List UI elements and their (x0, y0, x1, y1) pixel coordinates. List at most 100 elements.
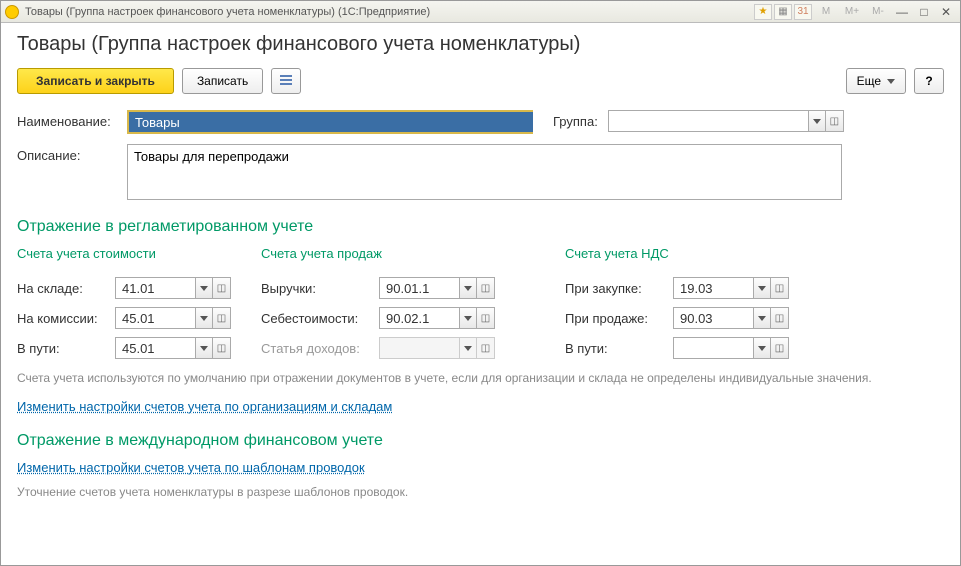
dropdown-button[interactable] (459, 277, 477, 299)
open-button[interactable]: ◫ (477, 307, 495, 329)
open-button[interactable]: ◫ (771, 277, 789, 299)
open-icon: ◫ (217, 313, 226, 324)
on-commission-field: 45.01 ◫ (115, 307, 231, 329)
toolbar: Записать и закрыть Записать Еще ? (17, 68, 944, 94)
dropdown-button[interactable] (753, 277, 771, 299)
save-button[interactable]: Записать (182, 68, 263, 94)
list-button[interactable] (271, 68, 301, 94)
chevron-down-icon (464, 286, 472, 291)
name-field-wrap (127, 110, 533, 134)
vat-purchase-value[interactable]: 19.03 (673, 277, 753, 299)
edit-org-warehouse-link[interactable]: Изменить настройки счетов учета по орган… (17, 399, 392, 414)
income-item-label: Статья доходов: (261, 341, 371, 356)
titlebar-actions: ★ ▦ 31 M M+ M- — □ ✕ (754, 4, 956, 20)
open-button[interactable]: ◫ (477, 277, 495, 299)
open-icon: ◫ (775, 343, 784, 354)
more-button[interactable]: Еще (846, 68, 906, 94)
calendar-icon[interactable]: 31 (794, 4, 812, 20)
minimize-button[interactable]: — (892, 4, 912, 20)
chevron-down-icon (200, 316, 208, 321)
vat-accounts-column: Счета учета НДС При закупке: 19.03 ◫ При… (565, 246, 789, 359)
titlebar: Товары (Группа настроек финансового учет… (1, 1, 960, 23)
open-icon: ◫ (481, 343, 490, 354)
ifrs-section-title: Отражение в международном финансовом уче… (17, 432, 944, 450)
in-stock-label: На складе: (17, 281, 107, 296)
name-input[interactable] (129, 112, 533, 132)
vat-in-transit-field: ◫ (673, 337, 789, 359)
content-area: Товары (Группа настроек финансового учет… (1, 23, 960, 515)
accounts-columns: Счета учета стоимости На складе: 41.01 ◫… (17, 246, 944, 359)
chevron-down-icon (464, 316, 472, 321)
vat-purchase-field: 19.03 ◫ (673, 277, 789, 299)
close-button[interactable]: ✕ (936, 4, 956, 20)
vat-sale-field: 90.03 ◫ (673, 307, 789, 329)
dropdown-button[interactable] (459, 307, 477, 329)
dropdown-button[interactable] (753, 307, 771, 329)
save-and-close-button[interactable]: Записать и закрыть (17, 68, 174, 94)
vat-sale-value[interactable]: 90.03 (673, 307, 753, 329)
group-value[interactable] (608, 110, 808, 132)
cost-accounts-column: Счета учета стоимости На складе: 41.01 ◫… (17, 246, 231, 359)
vat-in-transit-label: В пути: (565, 341, 665, 356)
page-title: Товары (Группа настроек финансового учет… (17, 33, 944, 56)
memory-mminus: M- (866, 4, 890, 20)
calculator-icon[interactable]: ▦ (774, 4, 792, 20)
cost-value[interactable]: 90.02.1 (379, 307, 459, 329)
income-item-field: ◫ (379, 337, 495, 359)
more-label: Еще (857, 74, 881, 88)
cost-field: 90.02.1 ◫ (379, 307, 495, 329)
group-label: Группа: (553, 110, 598, 129)
description-input[interactable] (127, 144, 842, 200)
in-stock-value[interactable]: 41.01 (115, 277, 195, 299)
regulated-section-title: Отражение в регламетированном учете (17, 218, 944, 236)
in-transit-cost-label: В пути: (17, 341, 107, 356)
group-open-button[interactable]: ◫ (826, 110, 844, 132)
open-icon: ◫ (830, 116, 839, 127)
open-button[interactable]: ◫ (213, 337, 231, 359)
open-button: ◫ (477, 337, 495, 359)
open-icon: ◫ (481, 313, 490, 324)
income-item-value (379, 337, 459, 359)
on-commission-value[interactable]: 45.01 (115, 307, 195, 329)
in-transit-cost-value[interactable]: 45.01 (115, 337, 195, 359)
open-icon: ◫ (481, 283, 490, 294)
open-button[interactable]: ◫ (771, 307, 789, 329)
help-button[interactable]: ? (914, 68, 944, 94)
group-field: ◫ (608, 110, 844, 132)
name-label: Наименование: (17, 110, 117, 129)
cost-label: Себестоимости: (261, 311, 371, 326)
group-dropdown-button[interactable] (808, 110, 826, 132)
open-icon: ◫ (775, 313, 784, 324)
chevron-down-icon (813, 119, 821, 124)
open-icon: ◫ (217, 343, 226, 354)
open-button[interactable]: ◫ (213, 307, 231, 329)
dropdown-button[interactable] (195, 337, 213, 359)
favorite-icon[interactable]: ★ (754, 4, 772, 20)
open-button[interactable]: ◫ (213, 277, 231, 299)
edit-templates-link[interactable]: Изменить настройки счетов учета по шабло… (17, 460, 365, 475)
revenue-value[interactable]: 90.01.1 (379, 277, 459, 299)
description-label: Описание: (17, 144, 117, 163)
chevron-down-icon (200, 346, 208, 351)
on-commission-label: На комиссии: (17, 311, 107, 326)
chevron-down-icon (758, 346, 766, 351)
chevron-down-icon (200, 286, 208, 291)
sales-accounts-column: Счета учета продаж Выручки: 90.01.1 ◫ Се… (261, 246, 495, 359)
chevron-down-icon (758, 286, 766, 291)
open-icon: ◫ (775, 283, 784, 294)
dropdown-button[interactable] (195, 307, 213, 329)
revenue-field: 90.01.1 ◫ (379, 277, 495, 299)
dropdown-button[interactable] (195, 277, 213, 299)
vat-in-transit-value[interactable] (673, 337, 753, 359)
maximize-button[interactable]: □ (914, 4, 934, 20)
open-button[interactable]: ◫ (771, 337, 789, 359)
window: Товары (Группа настроек финансового учет… (0, 0, 961, 566)
regulated-hint: Счета учета используются по умолчанию пр… (17, 369, 944, 387)
in-stock-field: 41.01 ◫ (115, 277, 231, 299)
list-icon (280, 75, 292, 87)
sales-accounts-title: Счета учета продаж (261, 246, 495, 261)
dropdown-button[interactable] (753, 337, 771, 359)
revenue-label: Выручки: (261, 281, 371, 296)
chevron-down-icon (758, 316, 766, 321)
chevron-down-icon (464, 346, 472, 351)
